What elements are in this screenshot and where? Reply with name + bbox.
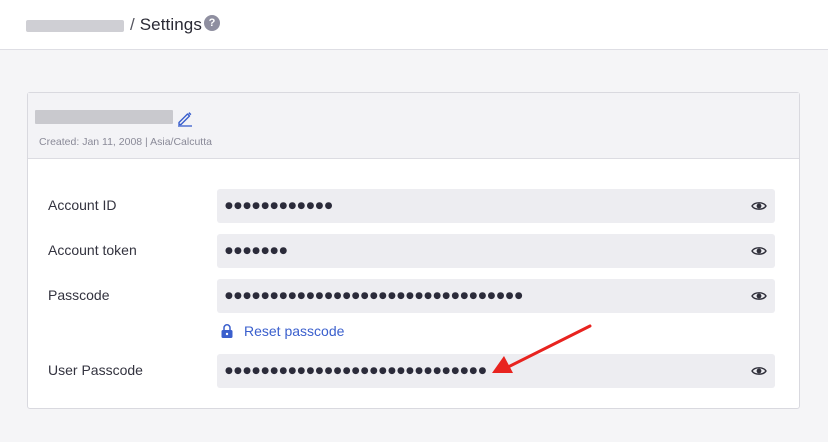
reset-passcode-label: Reset passcode [244, 323, 345, 339]
account-id-field[interactable]: ●●●●●●●●●●●● [217, 189, 775, 223]
user-passcode-label: User Passcode [48, 362, 143, 378]
account-token-value: ●●●●●●● [225, 246, 289, 256]
lock-icon [220, 323, 234, 339]
passcode-label: Passcode [48, 287, 110, 303]
breadcrumb-separator: / [130, 14, 135, 34]
eye-icon[interactable] [751, 243, 767, 259]
user-passcode-value: ●●●●●●●●●●●●●●●●●●●●●●●●●●●●● [225, 366, 488, 376]
account-name-redacted [35, 110, 173, 124]
eye-icon[interactable] [751, 363, 767, 379]
eye-icon[interactable] [751, 198, 767, 214]
eye-icon[interactable] [751, 288, 767, 304]
pencil-icon[interactable] [176, 109, 194, 127]
account-token-field[interactable]: ●●●●●●● [217, 234, 775, 268]
help-icon[interactable]: ? [203, 14, 220, 31]
passcode-value: ●●●●●●●●●●●●●●●●●●●●●●●●●●●●●●●●● [225, 291, 524, 301]
breadcrumb-parent-redacted[interactable] [26, 19, 124, 32]
account-token-label: Account token [48, 242, 137, 258]
page-title: Settings [139, 14, 202, 34]
top-bar: / Settings ? [0, 0, 828, 50]
account-header: Created: Jan 11, 2008 | Asia/Calcutta [28, 93, 799, 159]
annotation-arrow [492, 324, 592, 373]
account-meta: Created: Jan 11, 2008 | Asia/Calcutta [39, 136, 212, 148]
account-id-label: Account ID [48, 197, 117, 213]
account-id-value: ●●●●●●●●●●●● [225, 201, 334, 211]
settings-card: Created: Jan 11, 2008 | Asia/Calcutta Ac… [27, 92, 800, 409]
passcode-field[interactable]: ●●●●●●●●●●●●●●●●●●●●●●●●●●●●●●●●● [217, 279, 775, 313]
reset-passcode-link[interactable]: Reset passcode [220, 323, 344, 339]
